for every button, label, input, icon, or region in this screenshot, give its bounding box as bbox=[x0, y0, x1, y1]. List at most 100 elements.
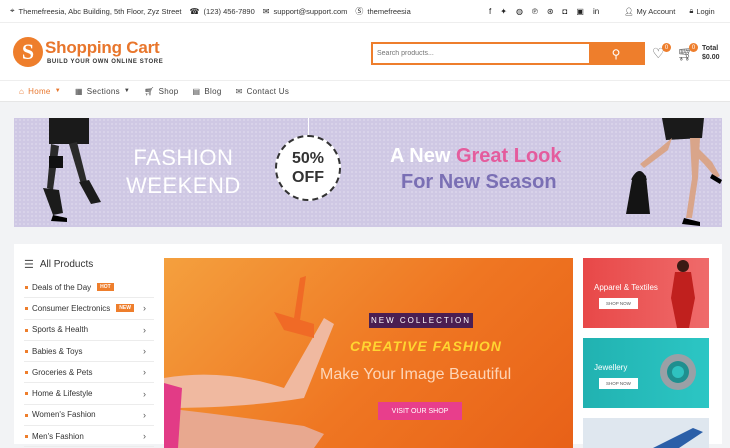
category-label: Babies & Toys bbox=[32, 346, 83, 356]
search-button[interactable]: ⚲ bbox=[589, 44, 643, 63]
search-icon: ⚲ bbox=[611, 46, 621, 61]
category-label: Home & Lifestyle bbox=[32, 389, 93, 399]
logo-icon[interactable]: S bbox=[13, 37, 43, 67]
category-label: Consumer Electronics bbox=[32, 303, 111, 313]
hamburger-icon[interactable]: ☰ bbox=[24, 258, 34, 271]
newspaper-icon: ▤ bbox=[192, 86, 201, 96]
linkedin-icon[interactable]: in bbox=[593, 7, 599, 16]
headline-part-b: Great Look bbox=[455, 145, 562, 167]
banner-fashion-weekend: FASHION WEEKEND bbox=[126, 144, 241, 200]
dribbble-icon[interactable]: ◍ bbox=[516, 7, 523, 16]
category-item-sports[interactable]: Sports & Health › bbox=[24, 320, 154, 341]
nav-item-shop[interactable]: 🛒︎ Shop bbox=[144, 87, 178, 96]
discount-percent: 50% bbox=[291, 150, 325, 167]
skype-info[interactable]: Ⓢ themefreesia bbox=[355, 6, 410, 17]
category-item-womens[interactable]: Women's Fashion › bbox=[24, 405, 154, 427]
nav-item-home[interactable]: ⌂ Home ▼ bbox=[19, 87, 61, 96]
phone-text[interactable]: (123) 456-7890 bbox=[203, 7, 254, 16]
total-value: $0.00 bbox=[702, 54, 720, 61]
hero-subtitle: Make Your Image Beautiful bbox=[320, 366, 512, 383]
main-content: ☰ All Products Deals of the Day HOT Consu… bbox=[14, 244, 722, 448]
banner-subheadline: For New Season bbox=[401, 171, 557, 193]
my-account-label: My Account bbox=[636, 6, 676, 16]
phone-icon: ☎ bbox=[189, 6, 200, 16]
facebook-icon[interactable]: f bbox=[489, 7, 491, 16]
category-item-mens[interactable]: Men's Fashion › bbox=[24, 426, 154, 448]
email-text[interactable]: support@support.com bbox=[273, 7, 347, 16]
cart-icon: 🛒︎ bbox=[144, 86, 155, 96]
banner-line2: WEEKEND bbox=[126, 173, 241, 198]
nav-item-sections[interactable]: ▦ Sections ▼ bbox=[75, 87, 130, 96]
category-item-deals[interactable]: Deals of the Day HOT bbox=[24, 277, 154, 299]
category-title: All Products bbox=[39, 259, 94, 270]
model-legs-image bbox=[43, 118, 101, 222]
skype-icon: Ⓢ bbox=[355, 6, 364, 16]
visit-shop-button[interactable]: VISIT OUR SHOP bbox=[378, 402, 462, 420]
pinterest-icon[interactable]: ℗ bbox=[532, 7, 538, 16]
promo-jewellery[interactable]: Jewellery SHOP NOW bbox=[583, 338, 709, 408]
promo-third[interactable] bbox=[583, 418, 709, 448]
search-input[interactable] bbox=[373, 44, 589, 63]
category-label: Deals of the Day bbox=[32, 282, 92, 292]
hero-eyebrow: NEW COLLECTION bbox=[369, 313, 474, 328]
site-header: S Shopping Cart BUILD YOUR OWN ONLINE ST… bbox=[0, 22, 730, 80]
headline-part-a: A New bbox=[390, 145, 456, 167]
instagram-icon[interactable]: ◘ bbox=[563, 7, 568, 16]
address-text: Themefreesia, Abc Building, 5th Floor, Z… bbox=[18, 6, 182, 16]
category-item-babies[interactable]: Babies & Toys › bbox=[24, 341, 154, 363]
category-sidebar: ☰ All Products Deals of the Day HOT Consu… bbox=[24, 258, 154, 448]
nav-label: Home bbox=[28, 86, 51, 96]
category-label: Women's Fashion bbox=[32, 410, 96, 420]
category-item-groceries[interactable]: Groceries & Pets › bbox=[24, 362, 154, 384]
category-label: Men's Fashion bbox=[32, 431, 84, 441]
promo-banner[interactable]: FASHION WEEKEND 50% OFF A New Great Look… bbox=[14, 118, 722, 227]
my-account-link[interactable]: 👤︎ My Account bbox=[624, 7, 675, 16]
site-title[interactable]: Shopping Cart bbox=[45, 38, 160, 58]
new-badge: NEW bbox=[116, 304, 134, 313]
category-header: ☰ All Products bbox=[24, 258, 154, 271]
phone-info[interactable]: ☎ (123) 456-7890 bbox=[190, 7, 255, 16]
wishlist-count-badge: 0 bbox=[662, 43, 671, 52]
cart-total[interactable]: Total $0.00 bbox=[702, 44, 720, 62]
twitter-icon[interactable]: ✦ bbox=[500, 7, 507, 16]
chevron-right-icon: › bbox=[143, 303, 146, 314]
nav-label: Shop bbox=[158, 86, 179, 96]
chevron-down-icon: ▼ bbox=[123, 88, 131, 94]
ring-image bbox=[660, 354, 696, 390]
home-icon: ⌂ bbox=[19, 86, 25, 96]
top-bar: ⌖ Themefreesia, Abc Building, 5th Floor,… bbox=[0, 0, 730, 22]
banner-line1: FASHION bbox=[133, 145, 234, 170]
cart-count-badge: 0 bbox=[689, 43, 698, 52]
grid-icon: ▦ bbox=[74, 86, 83, 96]
address-info: ⌖ Themefreesia, Abc Building, 5th Floor,… bbox=[10, 6, 182, 16]
envelope-icon: ✉ bbox=[262, 6, 270, 16]
chevron-right-icon: › bbox=[143, 409, 146, 420]
email-info[interactable]: ✉ support@support.com bbox=[263, 7, 348, 16]
login-link[interactable]: 🔒︎ Login bbox=[689, 6, 714, 16]
account-links: 👤︎ My Account 🔒︎ Login bbox=[624, 0, 715, 22]
nav-item-contact[interactable]: ✉ Contact Us bbox=[236, 87, 290, 96]
user-icon: 👤︎ bbox=[624, 6, 634, 16]
nav-label: Blog bbox=[204, 86, 222, 96]
login-label: Login bbox=[696, 6, 715, 16]
flickr-icon[interactable]: ⊛ bbox=[547, 7, 554, 16]
social-links: f ✦ ◍ ℗ ⊛ ◘ ▣ in bbox=[489, 0, 599, 22]
category-item-electronics[interactable]: Consumer Electronics NEW › bbox=[24, 298, 154, 320]
nav-item-blog[interactable]: ▤ Blog bbox=[193, 87, 222, 96]
chevron-down-icon: ▼ bbox=[54, 88, 61, 94]
nav-label: Contact Us bbox=[246, 86, 290, 96]
promo-apparel[interactable]: Apparel & Textiles SHOP NOW bbox=[583, 258, 709, 328]
model-red-dress-image bbox=[671, 260, 695, 328]
flickr-square-icon[interactable]: ▣ bbox=[576, 7, 584, 16]
category-label: Sports & Health bbox=[32, 325, 89, 335]
chevron-right-icon: › bbox=[143, 346, 146, 357]
skype-text[interactable]: themefreesia bbox=[367, 7, 410, 16]
hero-slider[interactable]: NEW COLLECTION CREATIVE FASHION Make You… bbox=[164, 258, 573, 448]
discount-tag: 50% OFF bbox=[275, 135, 341, 201]
category-item-home[interactable]: Home & Lifestyle › bbox=[24, 383, 154, 405]
location-pin-icon: ⌖ bbox=[10, 6, 15, 15]
lock-icon: 🔒︎ bbox=[689, 6, 694, 15]
site-tagline: BUILD YOUR OWN ONLINE STORE bbox=[47, 59, 164, 65]
search-form: ⚲ bbox=[371, 42, 645, 65]
category-label: Groceries & Pets bbox=[32, 367, 93, 377]
